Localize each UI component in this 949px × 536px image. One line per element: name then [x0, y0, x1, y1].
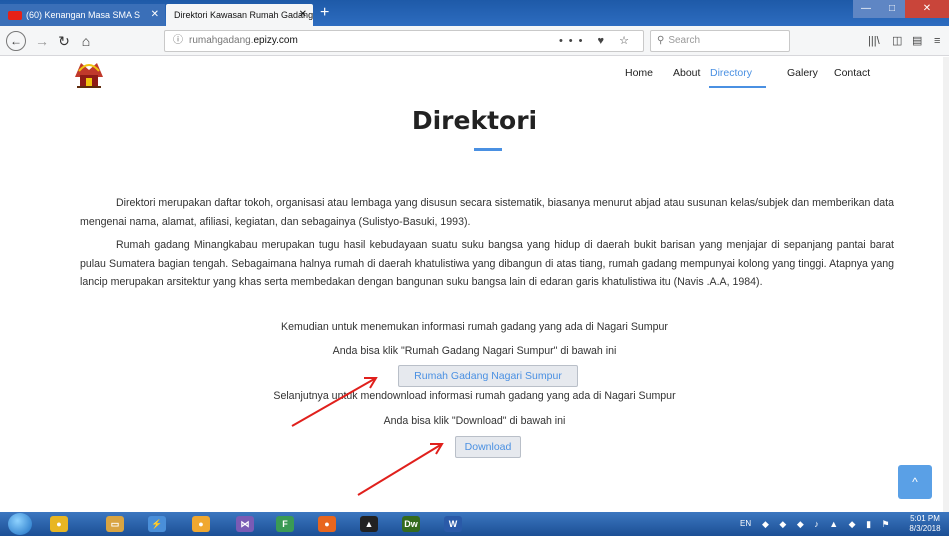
- taskbar-clock[interactable]: 5:01 PM 8/3/2018: [904, 514, 946, 534]
- chrome-icon[interactable]: ●: [50, 516, 68, 532]
- forward-button[interactable]: →: [32, 31, 52, 51]
- rumah-gadang-logo[interactable]: [72, 57, 106, 91]
- info-icon[interactable]: ⓘ: [173, 35, 183, 46]
- clock-date: 8/3/2018: [909, 524, 941, 533]
- browser-toolbar: ← → ↻ ⌂ ⓘ rumahgadang.epizy.com ••• ♥ ☆ ⚲…: [0, 26, 949, 56]
- maximize-button[interactable]: □: [879, 0, 905, 18]
- info-line-find: Kemudian untuk menemukan informasi rumah…: [281, 321, 668, 333]
- windows-taskbar: ● ▭ ⚡ ● ⋈ F ● ▲ Dw W EN ◆ ◆ ◆ ♪ ▲ ◆ ▮ ⚑ …: [0, 512, 949, 536]
- url-prefix: rumahgadang.: [189, 35, 254, 46]
- search-icon: ⚲: [657, 35, 665, 46]
- rumah-gadang-sumpur-button[interactable]: Rumah Gadang Nagari Sumpur: [398, 365, 578, 387]
- library-icon[interactable]: |||\: [868, 31, 880, 51]
- menu-icon[interactable]: ≡: [934, 31, 940, 51]
- tab-label: Direktori Kawasan Rumah Gadang: [174, 10, 313, 20]
- nav-contact[interactable]: Contact: [834, 67, 870, 79]
- tab-youtube[interactable]: (60) Kenangan Masa SMA S ✕: [0, 4, 165, 26]
- firefox-icon[interactable]: ●: [318, 516, 336, 532]
- info-line-download: Selanjutnya untuk mendownload informasi …: [273, 390, 676, 402]
- close-tab-icon[interactable]: ✕: [151, 4, 159, 26]
- window-controls: — □ ✕: [853, 0, 949, 18]
- adobe-icon[interactable]: ▲: [360, 516, 378, 532]
- winamp-icon[interactable]: ⚡: [148, 516, 166, 532]
- tab-direktori[interactable]: Direktori Kawasan Rumah Gadang ✕: [166, 4, 313, 26]
- outlook-icon[interactable]: ⋈: [236, 516, 254, 532]
- search-input[interactable]: ⚲ Search: [650, 30, 790, 52]
- arrow-to-download-button: [357, 443, 444, 496]
- close-tab-icon[interactable]: ✕: [299, 4, 307, 26]
- dreamweaver-icon[interactable]: Dw: [402, 516, 420, 532]
- tray-icons[interactable]: ◆ ◆ ◆ ♪ ▲ ◆ ▮ ⚑: [762, 512, 894, 536]
- youtube-icon: [8, 11, 22, 21]
- home-icon[interactable]: ⌂: [76, 31, 96, 51]
- info-line-click-sumpur: Anda bisa klik "Rumah Gadang Nagari Sump…: [332, 345, 617, 357]
- new-tab-button[interactable]: +: [320, 2, 329, 24]
- language-indicator[interactable]: EN: [740, 512, 751, 536]
- clock-time: 5:01 PM: [910, 514, 940, 523]
- page-actions-icons[interactable]: ••• ♥ ☆: [559, 31, 635, 51]
- reload-button[interactable]: ↻: [54, 31, 74, 51]
- nav-galery[interactable]: Galery: [787, 67, 818, 79]
- start-button[interactable]: [8, 513, 32, 535]
- active-nav-underline: [709, 86, 766, 88]
- back-button[interactable]: ←: [6, 31, 26, 51]
- url-domain: epizy.com: [253, 35, 298, 46]
- minimize-button[interactable]: —: [853, 0, 879, 18]
- search-placeholder: Search: [668, 35, 701, 46]
- url-bar[interactable]: ⓘ rumahgadang.epizy.com ••• ♥ ☆: [164, 30, 644, 52]
- tab-label: (60) Kenangan Masa SMA S: [26, 10, 141, 20]
- paragraph-rumah-gadang: Rumah gadang Minangkabau merupakan tugu …: [80, 236, 894, 292]
- paragraph-direktori: Direktori merupakan daftar tokoh, organi…: [80, 194, 894, 231]
- download-button[interactable]: Download: [455, 436, 521, 458]
- folder-icon[interactable]: ▭: [106, 516, 124, 532]
- media-icon[interactable]: ●: [192, 516, 210, 532]
- sidebar-icon[interactable]: ◫: [892, 31, 902, 51]
- page-title: Direktori: [411, 106, 538, 135]
- nav-home[interactable]: Home: [625, 67, 653, 79]
- reader-icon[interactable]: ▤: [912, 31, 922, 51]
- app-f-icon[interactable]: F: [276, 516, 294, 532]
- paragraph-text: Rumah gadang Minangkabau merupakan tugu …: [80, 239, 894, 288]
- info-line-click-download: Anda bisa klik "Download" di bawah ini: [383, 415, 566, 427]
- paragraph-text: Direktori merupakan daftar tokoh, organi…: [80, 197, 894, 228]
- word-icon[interactable]: W: [444, 516, 462, 532]
- nav-directory[interactable]: Directory: [710, 67, 752, 79]
- scroll-to-top-button[interactable]: ^: [898, 465, 932, 499]
- site-header: Home About Directory Galery Contact: [0, 57, 949, 95]
- browser-tab-strip: (60) Kenangan Masa SMA S ✕ Direktori Kaw…: [0, 0, 949, 26]
- close-window-button[interactable]: ✕: [905, 0, 949, 18]
- nav-about[interactable]: About: [673, 67, 700, 79]
- title-divider: [474, 148, 502, 151]
